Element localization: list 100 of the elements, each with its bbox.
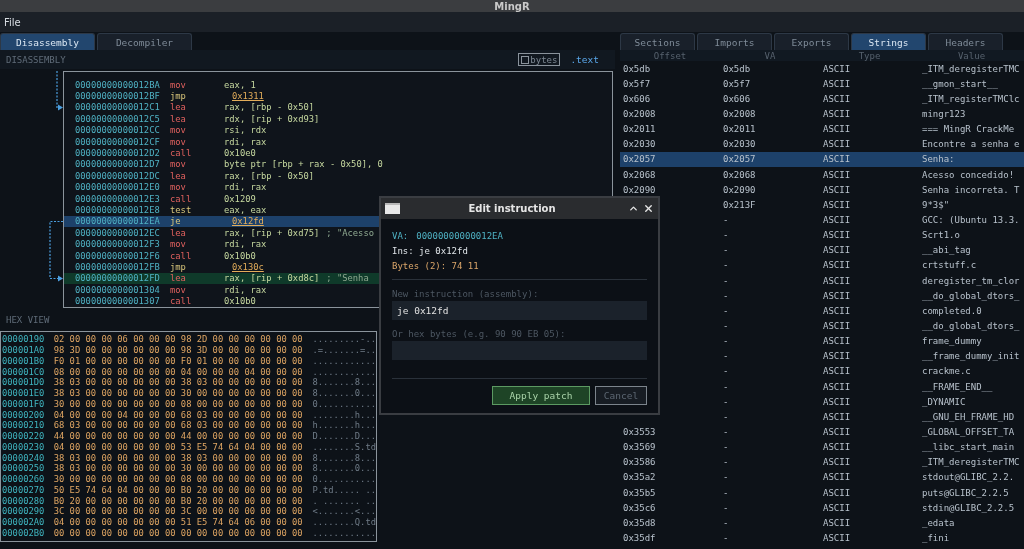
apply-button[interactable]: Apply patch (492, 386, 590, 405)
string-row[interactable]: 0x2090 0x2090 ASCII Senha incorreta. T (620, 182, 1024, 198)
operands: eax, eax (224, 205, 267, 215)
table-cell-text: 0x2030 (722, 139, 757, 150)
tab[interactable]: Disassembly (0, 33, 95, 50)
table-cell-text: 0x3586 (622, 457, 657, 468)
table-cell-text: frame_dummy (921, 336, 983, 347)
mnemonic: je (170, 216, 182, 227)
jump-target-link[interactable]: 0x130c (224, 261, 264, 272)
operands: 0x10e0 (224, 148, 256, 159)
table-cell-text: === MingR CrackMe (921, 124, 1016, 135)
table-cell-text: crtstuff.c (921, 260, 978, 271)
jump-target-link[interactable]: 0x1311 (224, 91, 264, 102)
field-label: Or hex bytes (e.g. 90 90 EB 05): (392, 328, 566, 339)
jump-target-link[interactable]: 0x12fd (224, 216, 264, 227)
operands: rax, [rbp - 0x50] (224, 102, 315, 113)
table-cell-text: ASCII (822, 214, 852, 225)
instruction-row[interactable]: 00000000000012BA mov eax, 1 (64, 79, 612, 91)
table-cell-text: ASCII (822, 245, 852, 256)
checkbox[interactable] (521, 55, 530, 64)
table-cell-text: Acesso concedido! (921, 169, 1016, 180)
instruction-row[interactable]: 00000000000012CF mov rdi, rax (64, 135, 612, 148)
operands: 0x1209 (224, 193, 256, 204)
instruction-row[interactable]: 00000000000012C5 lea rdx, [rip + 0xd93] (64, 113, 612, 125)
operands: rdx, [rip + 0xd93] (224, 113, 320, 124)
tab[interactable]: Strings (851, 33, 926, 50)
string-row[interactable]: 0x5db 0x5db ASCII _ITM_deregisterTMC (620, 61, 1024, 77)
string-row[interactable]: 0x2068 0x2068 ASCII Acesso concedido! (620, 167, 1024, 183)
table-cell-text: ASCII (822, 426, 852, 437)
tab[interactable]: Exports (774, 33, 849, 50)
table-cell-text: __libc_start_main (921, 442, 1016, 453)
string-row[interactable]: 0x2057 0x2057 ASCII Senha: (620, 151, 1024, 167)
mnemonic: mov (170, 159, 187, 170)
menu-item[interactable]: File (4, 16, 21, 28)
instruction-row[interactable]: 00000000000012E0 mov rdi, rax (64, 181, 612, 193)
table-cell-text: - (722, 214, 730, 225)
string-row[interactable]: 0x35a2 - ASCII stdout@GLIBC_2.2. (620, 469, 1024, 485)
string-row[interactable]: - ASCII __GNU_EH_FRAME_HD (620, 409, 1024, 425)
hex-bytes: 38 03 00 00 00 00 00 00 30 00 00 00 00 00 00 00 (53, 463, 304, 474)
table-cell-text: _DYNAMIC (921, 396, 967, 407)
table-cell-text: ASCII (822, 532, 852, 543)
string-row[interactable]: 0x2011 0x2011 ASCII === MingR CrackMe (620, 121, 1024, 137)
hex-bytes: 04 00 00 00 00 00 00 00 53 E5 74 64 04 00 00 00 (53, 441, 304, 452)
instruction-row[interactable]: 00000000000012D2 call 0x10e0 (64, 147, 612, 159)
operands: 0x10b0 (224, 296, 256, 307)
operands: rax, [rip + 0xd75] (224, 227, 320, 238)
tab[interactable]: Imports (697, 33, 772, 50)
string-row[interactable]: 0x35d8 - ASCII _edata (620, 515, 1024, 531)
string-row[interactable]: 0x2030 0x2030 ASCII Encontre a senha e (620, 136, 1024, 152)
mnemonic: lea (170, 113, 187, 124)
table-cell-text: - (722, 260, 730, 271)
mnemonic: mov (170, 284, 187, 295)
string-row[interactable]: 0x35b5 - ASCII puts@GLIBC_2.2.5 (620, 484, 1024, 501)
tab[interactable]: Sections (620, 33, 695, 50)
table-cell-text: 0x2011 (622, 124, 657, 135)
table-cell-text: ASCII (822, 169, 852, 180)
address: 00000000000012BA (75, 79, 161, 90)
table-cell-text: 0x2011 (722, 124, 757, 135)
bytes-text: Bytes (2): 74 11 (392, 260, 479, 271)
instruction-row[interactable]: 00000000000012DC lea rax, [rbp - 0x50] (64, 170, 612, 182)
table-cell-text: 0x213F (722, 199, 757, 210)
table-cell-text: crackme.c (921, 366, 972, 377)
instruction-row[interactable]: 00000000000012CC mov rsi, rdx (64, 124, 612, 136)
string-row[interactable]: 0x35df - ASCII _fini (620, 530, 1024, 546)
mnemonic: lea (170, 227, 187, 238)
tab[interactable]: Decompiler (97, 33, 192, 50)
mnemonic: mov (170, 239, 187, 250)
column-header: Value (956, 50, 987, 61)
hex-address: 00000280 (1, 495, 46, 506)
hex-bytes: B0 20 00 00 00 00 00 00 B0 20 00 00 00 00 00 00 (53, 495, 304, 506)
address: 00000000000012FD (75, 273, 161, 284)
table-cell-text: 0x2068 (622, 169, 657, 180)
instruction-row[interactable]: 00000000000012BF jmp 0x1311 (64, 90, 612, 102)
close-icon[interactable] (643, 203, 654, 214)
table-cell-text: ASCII (822, 260, 852, 271)
hex-address: 000002A0 (1, 517, 46, 528)
section-link[interactable]: .text (570, 54, 599, 65)
collapse-icon[interactable] (628, 203, 639, 214)
hex-ascii: 8.......0... (312, 388, 376, 399)
table-cell-text: - (722, 336, 730, 347)
table-cell-text: __frame_dummy_init (921, 351, 1021, 362)
string-row[interactable]: 0x3569 - ASCII __libc_start_main (620, 439, 1024, 455)
input-field[interactable]: je 0x12fd (392, 301, 647, 320)
address: 0000000000001304 (75, 284, 161, 295)
instruction-row[interactable]: 00000000000012C1 lea rax, [rbp - 0x50] (64, 101, 612, 114)
bytes-checkbox[interactable]: bytes (518, 53, 561, 66)
tab[interactable]: Headers (928, 33, 1003, 50)
hex-bytes: 00 00 00 00 00 00 00 00 00 00 00 00 00 00 00 00 (53, 527, 304, 538)
string-row[interactable]: 0x35c6 - ASCII stdin@GLIBC_2.2.5 (620, 500, 1024, 516)
string-row[interactable]: 0x606 0x606 ASCII _ITM_registerTMClc (620, 91, 1024, 107)
instruction-row[interactable]: 00000000000012D7 mov byte ptr [rbp + rax - 0x50], 0 (64, 158, 612, 171)
table-cell-text: - (722, 305, 730, 316)
string-row[interactable]: 0x5f7 0x5f7 ASCII __gmon_start__ (620, 76, 1024, 92)
hex-ascii: . ....... .. (312, 495, 376, 506)
address: 00000000000012C5 (75, 113, 161, 124)
string-row[interactable]: 0x3553 - ASCII _GLOBAL_OFFSET_TA (620, 424, 1024, 440)
string-row[interactable]: 0x2008 0x2008 ASCII mingr123 (620, 106, 1024, 122)
string-row[interactable]: 0x3586 - ASCII _ITM_deregisterTMC (620, 454, 1024, 470)
hex-ascii: ........S.td (312, 441, 376, 452)
hex-ascii: h.......h... (312, 420, 376, 431)
